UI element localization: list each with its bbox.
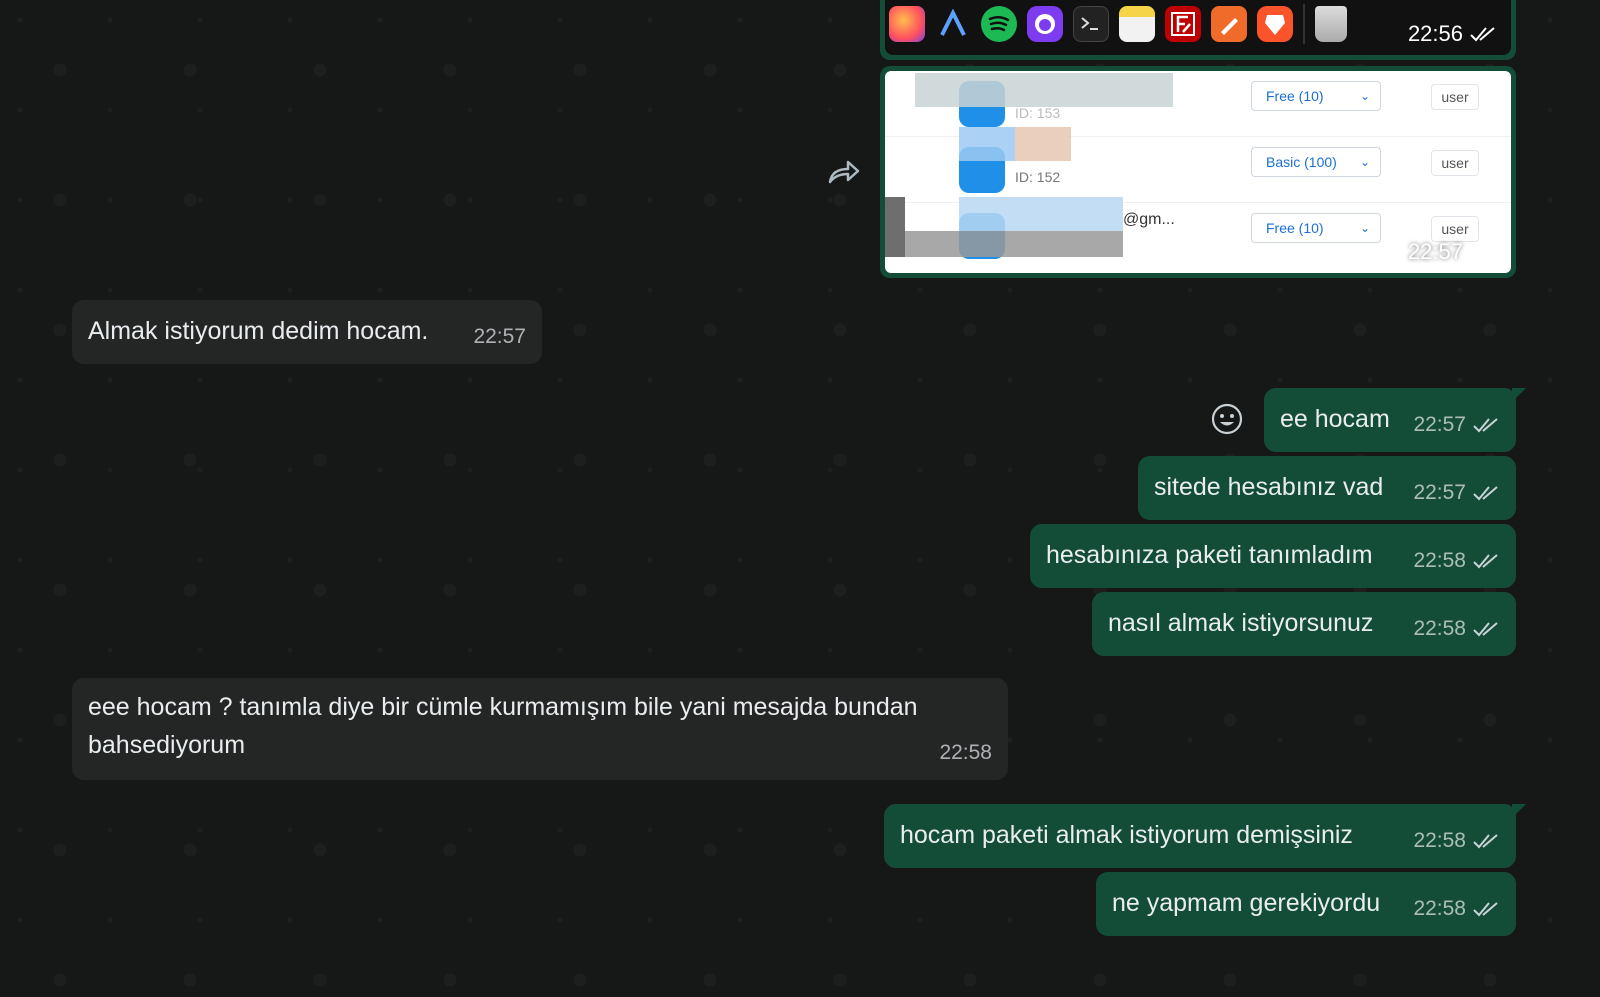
outgoing-message[interactable]: nasıl almak istiyorsunuz 22:58 <box>1092 592 1516 656</box>
message-meta: 22:58 <box>1413 542 1500 580</box>
github-icon <box>1027 5 1063 42</box>
double-check-icon <box>1473 486 1498 501</box>
double-check-icon <box>1473 622 1498 637</box>
redacted-area <box>959 127 1015 161</box>
message-time: 22:58 <box>1413 897 1466 920</box>
message-text: hesabınıza paketi tanımladım <box>1046 541 1373 569</box>
brave-icon <box>1257 5 1293 42</box>
double-check-icon <box>1473 902 1498 917</box>
plan-value: Basic (100) <box>1266 154 1337 170</box>
outgoing-message[interactable]: hocam paketi almak istiyorum demişsiniz … <box>884 804 1526 868</box>
message-meta: 22:58 <box>939 734 992 772</box>
message-time: 22:57 <box>473 325 526 348</box>
message-time: 22:57 <box>1413 413 1466 436</box>
redacted-area <box>885 197 905 257</box>
message-time: 22:58 <box>939 741 992 764</box>
double-check-icon <box>1473 834 1498 849</box>
user-email: @gm... <box>1123 211 1175 228</box>
user-id: ID: 153 <box>1015 105 1061 121</box>
message-meta: 22:56 <box>1408 21 1497 47</box>
pencil-icon <box>1211 5 1247 42</box>
plan-select: Free (10) ⌄ <box>1251 81 1381 111</box>
firefox-icon <box>889 5 925 42</box>
dock-screenshot: 22:56 <box>885 0 1511 55</box>
plan-select: Free (10) ⌄ <box>1251 213 1381 243</box>
image-message-admin[interactable]: ID: 153 Free (10) ⌄ user ID: 152 Basic (1… <box>880 66 1516 278</box>
message-time: 22:58 <box>1413 829 1466 852</box>
message-time: 22:58 <box>1413 549 1466 572</box>
message-text: ne yapmam gerekiyordu <box>1112 889 1381 917</box>
terminal-icon <box>1073 5 1109 42</box>
outgoing-message[interactable]: hesabınıza paketi tanımladım 22:58 <box>1030 524 1516 588</box>
redacted-area <box>1015 127 1071 161</box>
notes-icon <box>1119 5 1155 42</box>
outgoing-message[interactable]: ee hocam 22:57 <box>1264 388 1526 452</box>
chevron-down-icon: ⌄ <box>1359 89 1370 103</box>
message-text: eee hocam ? tanımla diye bir cümle kurma… <box>88 693 918 759</box>
message-text: ee hocam <box>1280 405 1390 433</box>
forward-icon[interactable] <box>826 156 860 186</box>
message-meta: 22:58 <box>1413 610 1500 648</box>
message-text: nasıl almak istiyorsunuz <box>1108 609 1374 637</box>
dock-divider <box>1303 3 1305 44</box>
outgoing-message[interactable]: sitede hesabınız vad 22:57 <box>1138 456 1516 520</box>
message-text: hocam paketi almak istiyorum demişsiniz <box>900 821 1353 849</box>
message-time: 22:57 <box>1407 239 1463 264</box>
redacted-area <box>905 231 1123 257</box>
double-check-icon <box>1473 554 1498 569</box>
chat-background: 22:56 ID: 153 Free (10) ⌄ user ID: 152 Ba… <box>0 0 1600 997</box>
user-id: ID: 152 <box>1015 169 1061 185</box>
message-meta: 22:57 <box>1413 406 1500 444</box>
message-time: 22:58 <box>1413 617 1466 640</box>
double-check-icon <box>1470 27 1495 42</box>
message-text: sitede hesabınız vad <box>1154 473 1384 501</box>
double-check-icon <box>1470 245 1495 260</box>
message-meta: 22:57 <box>473 318 526 356</box>
role-badge: user <box>1431 84 1479 110</box>
message-meta: 22:58 <box>1413 822 1500 860</box>
message-time: 22:56 <box>1407 21 1463 46</box>
double-check-icon <box>1473 418 1498 433</box>
message-text: Almak istiyorum dedim hocam. <box>88 317 429 345</box>
plan-value: Free (10) <box>1266 88 1324 104</box>
message-meta: 22:57 <box>1413 474 1500 512</box>
redacted-area <box>959 197 1123 231</box>
incoming-message[interactable]: Almak istiyorum dedim hocam. 22:57 <box>72 300 542 364</box>
spotify-icon <box>981 5 1017 42</box>
user-row: ID: 152 Basic (100) ⌄ user <box>885 127 1511 203</box>
admin-screenshot: ID: 153 Free (10) ⌄ user ID: 152 Basic (1… <box>885 71 1511 273</box>
chevron-down-icon: ⌄ <box>1359 155 1370 169</box>
redacted-area <box>915 73 1173 107</box>
chevron-down-icon: ⌄ <box>1359 221 1370 235</box>
message-meta: 22:58 <box>1413 890 1500 928</box>
emoji-reaction-icon[interactable] <box>1210 402 1244 436</box>
arc-icon <box>935 5 971 42</box>
plan-value: Free (10) <box>1266 220 1324 236</box>
message-meta: 22:57 <box>1408 239 1497 265</box>
trash-icon <box>1315 5 1347 42</box>
plan-select: Basic (100) ⌄ <box>1251 147 1381 177</box>
incoming-message[interactable]: eee hocam ? tanımla diye bir cümle kurma… <box>72 678 1008 780</box>
outgoing-message[interactable]: ne yapmam gerekiyordu 22:58 <box>1096 872 1516 936</box>
message-time: 22:57 <box>1413 481 1466 504</box>
image-message-dock[interactable]: 22:56 <box>880 0 1516 60</box>
role-badge: user <box>1431 150 1479 176</box>
filezilla-icon <box>1165 5 1201 42</box>
